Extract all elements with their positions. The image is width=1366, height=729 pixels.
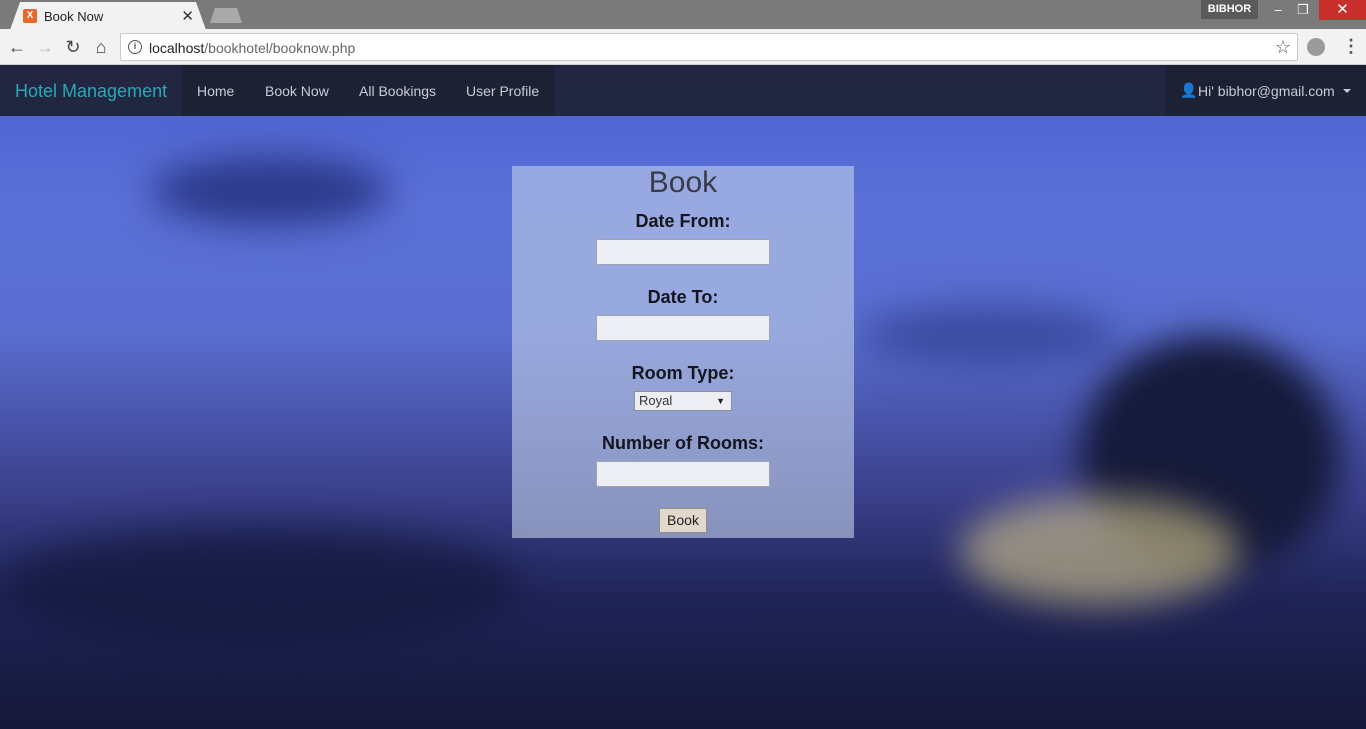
browser-toolbar: ← → ↻ ⌂ i localhost/bookhotel/booknow.ph… (0, 29, 1366, 65)
kebab-menu-icon[interactable]: ⋮ (1342, 36, 1360, 56)
brand-link[interactable]: Hotel Management (15, 81, 167, 102)
site-navbar: Hotel Management Home Book Now All Booki… (0, 66, 1366, 116)
bg-lights (960, 496, 1240, 606)
browser-tab[interactable]: X Book Now ✕ (10, 2, 206, 30)
room-type-select[interactable]: Royal ▼ (634, 391, 732, 411)
back-arrow-icon[interactable]: ← (6, 36, 28, 58)
forward-arrow-icon[interactable]: → (34, 36, 56, 58)
date-from-input[interactable] (596, 239, 770, 265)
room-type-value: Royal (639, 393, 673, 408)
date-to-label: Date To: (647, 287, 719, 307)
restore-icon[interactable]: ❐ (1285, 0, 1321, 20)
room-type-label: Room Type: (631, 363, 735, 383)
close-window-icon[interactable]: ✕ (1319, 0, 1366, 20)
caret-down-icon (1343, 89, 1351, 93)
bg-shore (0, 526, 520, 646)
extension-icon[interactable] (1307, 38, 1325, 56)
form-title: Book (648, 166, 718, 199)
date-from-label: Date From: (635, 211, 731, 231)
page-background: Hotel Management Home Book Now All Booki… (0, 66, 1366, 729)
new-tab-button[interactable] (210, 8, 242, 23)
bg-cloud (150, 156, 390, 226)
address-bar[interactable]: i localhost/bookhotel/booknow.php ☆ (120, 33, 1298, 61)
nav-links: Home Book Now All Bookings User Profile (182, 66, 555, 116)
rooms-input[interactable] (596, 461, 770, 487)
url-text: localhost/bookhotel/booknow.php (149, 40, 356, 56)
nav-user-profile[interactable]: User Profile (466, 83, 539, 99)
nav-home[interactable]: Home (197, 83, 234, 99)
reload-icon[interactable]: ↻ (62, 36, 84, 58)
browser-titlebar: X Book Now ✕ BIBHOR – ❐ ✕ (0, 0, 1366, 30)
home-icon[interactable]: ⌂ (90, 36, 112, 58)
xampp-favicon-icon: X (23, 9, 37, 23)
user-greeting: Hi' bibhor@gmail.com (1198, 83, 1335, 99)
booking-form: Book Date From: Date To: Room Type: Roya… (512, 166, 854, 538)
book-button[interactable]: Book (659, 508, 707, 533)
profile-badge[interactable]: BIBHOR (1201, 0, 1258, 19)
select-arrow-icon: ▼ (716, 396, 725, 406)
date-to-input[interactable] (596, 315, 770, 341)
info-icon[interactable]: i (128, 40, 142, 54)
nav-book-now[interactable]: Book Now (265, 83, 329, 99)
bookmark-star-icon[interactable]: ☆ (1275, 37, 1291, 58)
nav-all-bookings[interactable]: All Bookings (359, 83, 436, 99)
rooms-label: Number of Rooms: (602, 433, 764, 453)
user-dropdown[interactable]: 👤 Hi' bibhor@gmail.com (1165, 66, 1366, 116)
tab-title: Book Now (44, 9, 104, 24)
user-icon: 👤 (1180, 82, 1198, 98)
tab-close-icon[interactable]: ✕ (181, 7, 194, 25)
bg-cloud (860, 306, 1120, 366)
